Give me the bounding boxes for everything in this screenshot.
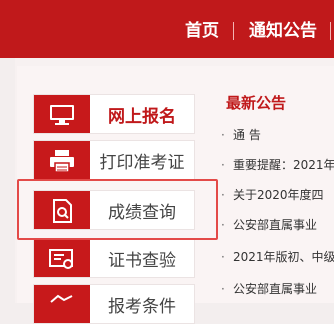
news-list-item[interactable]: · 2021年版初、中级	[221, 248, 334, 265]
monitor-icon	[34, 95, 90, 133]
document-search-icon	[34, 191, 90, 229]
nav-notice-link[interactable]: 通知公告	[249, 20, 317, 42]
nav-home-link[interactable]: 首页	[185, 20, 219, 42]
printer-icon	[34, 141, 90, 179]
handshake-icon	[34, 285, 90, 323]
menu-item-label: 证书查验	[108, 250, 176, 271]
certificate-icon	[34, 239, 90, 277]
menu-item-label: 报考条件	[108, 296, 176, 317]
top-navigation-bar: 首页 通知公告	[0, 0, 334, 58]
nav-divider	[330, 22, 331, 40]
menu-item-label: 网上报名	[108, 106, 176, 127]
news-list-item[interactable]: · 公安部直属事业	[221, 216, 334, 233]
menu-item-label: 打印准考证	[99, 152, 185, 173]
news-list-item[interactable]: · 重要提醒：2021年	[221, 156, 334, 173]
menu-item-certificate-verify[interactable]: 证书查验	[33, 238, 195, 278]
menu-item-online-registration[interactable]: 网上报名	[33, 94, 195, 134]
menu-item-print-admission[interactable]: 打印准考证	[33, 140, 195, 180]
menu-item-score-query[interactable]: 成绩查询	[33, 190, 195, 230]
news-list-item[interactable]: · 关于2020年度四	[221, 186, 334, 203]
news-section-title: 最新公告	[226, 94, 287, 112]
menu-item-label: 成绩查询	[108, 202, 176, 223]
news-list-item[interactable]: · 通 告	[221, 126, 334, 143]
menu-item-exam-conditions[interactable]: 报考条件	[33, 284, 195, 324]
nav-divider	[233, 22, 234, 40]
news-list-item[interactable]: · 公安部直属事业	[221, 280, 334, 297]
